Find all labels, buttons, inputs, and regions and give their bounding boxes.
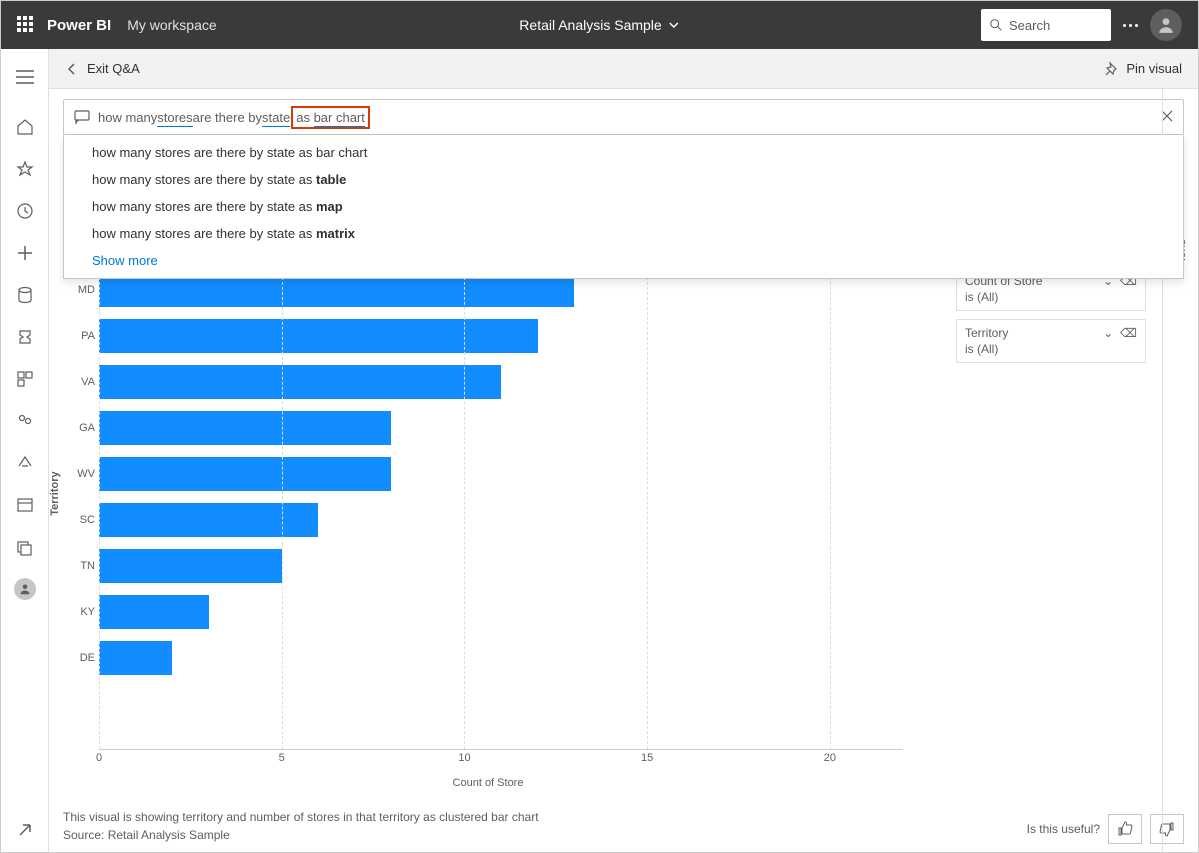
search-icon	[989, 18, 1003, 32]
category-label: PA	[71, 330, 95, 342]
bar-row: SC	[99, 497, 903, 543]
chart-plot[interactable]: MDPAVAGAWVSCTNKYDE	[99, 267, 903, 749]
bar-row: TN	[99, 543, 903, 589]
left-nav	[1, 49, 49, 852]
bar[interactable]	[99, 641, 172, 675]
suggestion-item[interactable]: how many stores are there by state as ba…	[64, 139, 1183, 166]
bar[interactable]	[99, 411, 391, 445]
dataset-name: Retail Analysis Sample	[519, 17, 661, 33]
more-options-icon[interactable]	[1123, 24, 1138, 27]
useful-label: Is this useful?	[1027, 822, 1100, 836]
category-label: WV	[71, 468, 95, 480]
x-tick: 0	[96, 752, 102, 764]
qna-query-text: how many stores are there by state as ba…	[98, 106, 371, 129]
brand-label: Power BI	[47, 17, 111, 34]
filter-value: is (All)	[965, 342, 1137, 356]
category-label: SC	[71, 514, 95, 526]
category-label: MD	[71, 284, 95, 296]
chevron-down-icon	[668, 19, 680, 31]
pin-icon	[1104, 61, 1120, 77]
category-label: KY	[71, 606, 95, 618]
visual-description: This visual is showing territory and num…	[63, 808, 539, 826]
bar-row: WV	[99, 451, 903, 497]
suggestion-item[interactable]: how many stores are there by state as ma…	[64, 193, 1183, 220]
bar-row: KY	[99, 589, 903, 635]
bar[interactable]	[99, 503, 318, 537]
nav-home[interactable]	[5, 107, 45, 147]
bar[interactable]	[99, 457, 391, 491]
suggestion-item[interactable]: how many stores are there by state as ta…	[64, 166, 1183, 193]
person-icon	[1157, 16, 1175, 34]
bar[interactable]	[99, 319, 538, 353]
nav-recent[interactable]	[5, 191, 45, 231]
x-axis-label: Count of Store	[453, 777, 524, 789]
bar-row: GA	[99, 405, 903, 451]
nav-workspaces[interactable]	[5, 485, 45, 525]
nav-goals[interactable]	[5, 317, 45, 357]
top-header: Power BI My workspace Retail Analysis Sa…	[1, 1, 1198, 49]
bar[interactable]	[99, 595, 209, 629]
x-tick: 5	[279, 752, 285, 764]
visual-source: Source: Retail Analysis Sample	[63, 826, 539, 844]
nav-datasets[interactable]	[5, 275, 45, 315]
user-avatar[interactable]	[1150, 9, 1182, 41]
bar-row: VA	[99, 359, 903, 405]
filter-card[interactable]: Territory ⌄ ⌫ is (All)	[956, 319, 1146, 363]
pin-label: Pin visual	[1126, 61, 1182, 76]
exit-label: Exit Q&A	[87, 61, 140, 76]
filter-value: is (All)	[965, 290, 1137, 304]
nav-learn[interactable]	[5, 443, 45, 483]
exit-qna-button[interactable]: Exit Q&A	[65, 61, 140, 76]
nav-browse[interactable]	[5, 527, 45, 567]
pin-visual-button[interactable]: Pin visual	[1104, 61, 1182, 77]
filter-name: Territory	[965, 326, 1008, 340]
nav-toggle[interactable]	[5, 57, 45, 97]
nav-my-workspace[interactable]	[5, 569, 45, 609]
category-label: GA	[71, 422, 95, 434]
category-label: DE	[71, 652, 95, 664]
nav-expand[interactable]	[5, 810, 45, 850]
y-axis-label: Territory	[49, 471, 61, 515]
category-label: VA	[71, 376, 95, 388]
nav-create[interactable]	[5, 233, 45, 273]
x-tick: 15	[641, 752, 653, 764]
bar-row: DE	[99, 635, 903, 681]
sub-header: Exit Q&A Pin visual	[49, 49, 1198, 89]
x-axis: 0 5 10 15 20	[99, 749, 903, 769]
main-area: how many stores are there by state as ba…	[49, 89, 1198, 852]
search-box[interactable]: Search	[981, 9, 1111, 41]
qna-input[interactable]: how many stores are there by state as ba…	[63, 99, 1184, 135]
chevron-left-icon	[65, 62, 79, 76]
query-highlight-box: as bar chart	[291, 106, 370, 129]
thumbs-up-icon	[1117, 821, 1133, 837]
x-tick: 10	[458, 752, 470, 764]
search-placeholder: Search	[1009, 18, 1050, 33]
nav-favorites[interactable]	[5, 149, 45, 189]
filters-panel: Count of Store⌄ ⌫ is (All) Territory⌄ ⌫ …	[956, 267, 1146, 371]
suggestion-item[interactable]: how many stores are there by state as ma…	[64, 220, 1183, 247]
app-launcher-icon[interactable]	[17, 16, 35, 34]
nav-shared[interactable]	[5, 401, 45, 441]
show-more-link[interactable]: Show more	[64, 247, 1183, 274]
nav-apps[interactable]	[5, 359, 45, 399]
chevron-down-icon: ⌄ ⌫	[1103, 326, 1137, 340]
bar[interactable]	[99, 549, 282, 583]
suggestions-dropdown: how many stores are there by state as ba…	[63, 135, 1184, 279]
dataset-selector[interactable]: Retail Analysis Sample	[519, 17, 679, 33]
bar[interactable]	[99, 365, 501, 399]
chat-icon	[74, 109, 90, 125]
thumbs-up-button[interactable]	[1108, 814, 1142, 844]
workspace-label[interactable]: My workspace	[127, 17, 216, 33]
chart-container: Territory MDPAVAGAWVSCTNKYDE 05101520 Co…	[63, 267, 913, 797]
bar-row: PA	[99, 313, 903, 359]
footer: This visual is showing territory and num…	[63, 808, 1184, 844]
category-label: TN	[71, 560, 95, 572]
x-tick: 20	[824, 752, 836, 764]
